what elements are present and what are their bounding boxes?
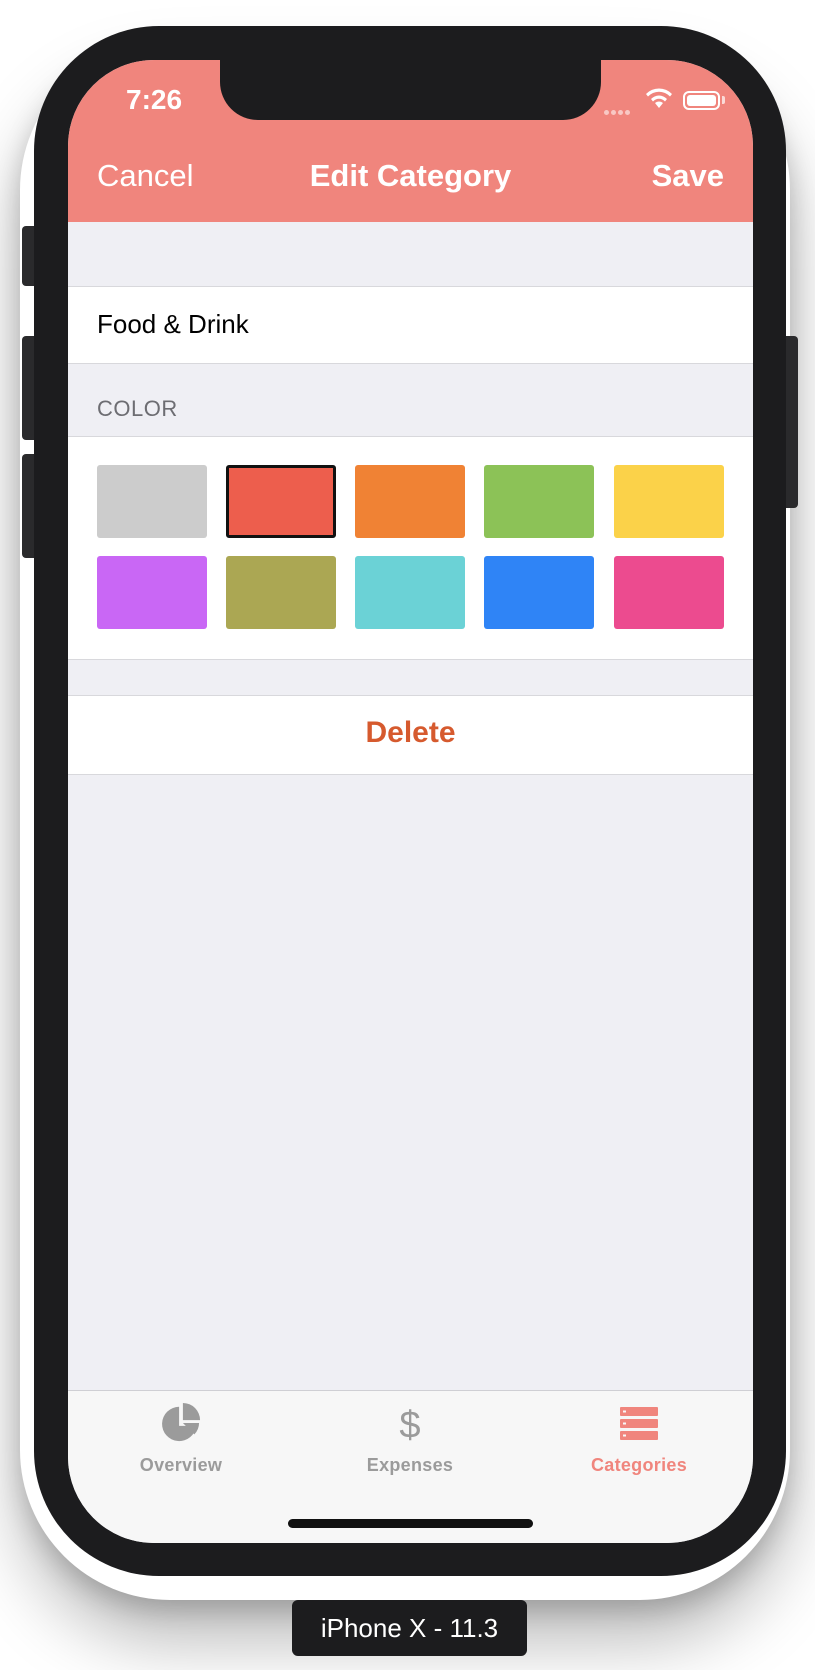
swatch-olive[interactable] (226, 556, 336, 629)
tab-label-overview: Overview (139, 1455, 223, 1475)
home-indicator[interactable] (288, 1519, 533, 1528)
dollar-icon: $ (399, 1404, 420, 1443)
swatch-yellow[interactable] (614, 465, 724, 538)
save-button[interactable]: Save (652, 158, 724, 194)
tab-overview[interactable]: Overview (91, 1403, 271, 1476)
tab-label-expenses: Expenses (366, 1455, 454, 1475)
notch (220, 60, 601, 120)
volume-up-button (22, 336, 34, 440)
phone-screen: 7:26 Cancel Edit Category Save Food & Dr… (68, 60, 753, 1543)
svg-text:$: $ (399, 1404, 420, 1443)
swatch-gray[interactable] (97, 465, 207, 538)
battery-icon (683, 91, 720, 110)
pie-chart-icon (162, 1403, 201, 1442)
power-button (786, 336, 798, 508)
swatch-purple[interactable] (97, 556, 207, 629)
status-time: 7:26 (126, 84, 183, 115)
category-name-value: Food & Drink (97, 309, 249, 339)
cellular-signal-icon (604, 102, 636, 115)
silent-switch (22, 226, 34, 286)
tab-categories[interactable]: Categories (549, 1403, 729, 1476)
swatch-orange[interactable] (355, 465, 465, 538)
tab-label-categories: Categories (590, 1455, 688, 1475)
page-title: Edit Category (309, 158, 512, 193)
delete-button[interactable]: Delete (68, 695, 753, 775)
wifi-icon (646, 88, 672, 108)
device-label: iPhone X - 11.3 (292, 1600, 527, 1656)
color-section-label: COLOR (97, 396, 178, 421)
battery-tip (722, 96, 725, 104)
swatch-pink[interactable] (614, 556, 724, 629)
swatch-green[interactable] (484, 465, 594, 538)
category-name-field[interactable]: Food & Drink (68, 286, 753, 364)
swatch-teal[interactable] (355, 556, 465, 629)
color-picker (68, 436, 753, 660)
swatch-blue[interactable] (484, 556, 594, 629)
delete-label: Delete (365, 716, 456, 749)
list-icon (620, 1407, 658, 1440)
swatch-red[interactable] (226, 465, 336, 538)
tab-expenses[interactable]: $ Expenses (320, 1403, 500, 1476)
volume-down-button (22, 454, 34, 558)
